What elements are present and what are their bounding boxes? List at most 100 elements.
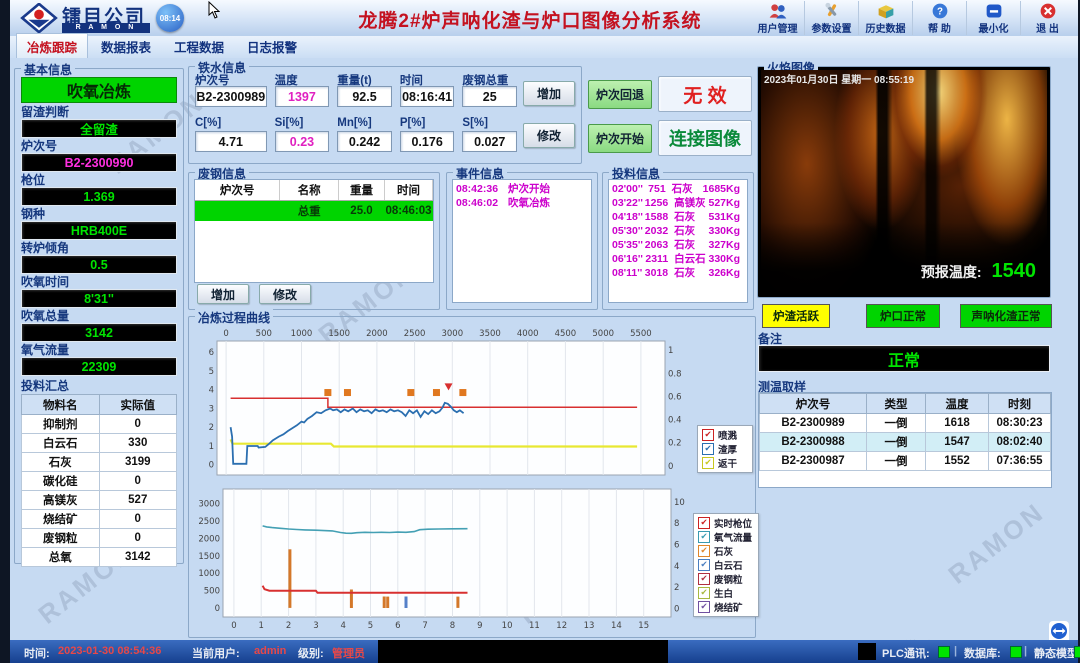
history-data-button[interactable]: 历史数据 (859, 1, 913, 35)
legend-item[interactable]: ✔喷溅 (702, 429, 748, 441)
checkbox-icon[interactable]: ✔ (702, 457, 714, 469)
list-cell: 石灰 (674, 238, 708, 252)
list-cell: 高镁灰 (674, 196, 708, 210)
svg-text:1000: 1000 (291, 329, 313, 339)
connect-image-button[interactable]: 连接图像 (658, 120, 752, 156)
hot-metal-modify-button[interactable]: 修改 (523, 123, 575, 148)
checkbox-icon[interactable]: ✔ (702, 429, 714, 441)
list-item[interactable]: 08:46:02吹氧冶炼 (456, 196, 588, 210)
invalid-button[interactable]: 无 效 (658, 76, 752, 112)
table-row[interactable]: B2-2300988一倒154708:02:40 (760, 433, 1051, 452)
hm-scrap-total[interactable]: 25 (462, 86, 517, 107)
table-cell[interactable]: B2-2300988 (760, 433, 867, 452)
legend-item[interactable]: ✔实时枪位 (698, 517, 754, 529)
legend-item[interactable]: ✔返干 (702, 457, 748, 469)
table-row[interactable]: 总重25.008:46:03 (195, 201, 433, 222)
mouse-cursor (208, 1, 220, 19)
table-row: 总氧3142 (22, 548, 177, 567)
table-cell[interactable]: 08:30:23 (989, 414, 1051, 433)
svg-text:500: 500 (256, 329, 272, 339)
slag-active-indicator[interactable]: 炉渣活跃 (762, 304, 830, 328)
list-item[interactable]: 05'30''2032石灰330Kg (612, 224, 744, 238)
checkbox-icon[interactable]: ✔ (702, 443, 714, 455)
hm-time[interactable]: 08:16:41 (400, 86, 455, 107)
exit-label: 退 出 (1036, 20, 1059, 35)
legend-item[interactable]: ✔氧气流量 (698, 531, 754, 543)
mouth-normal-indicator[interactable]: 炉口正常 (866, 304, 940, 328)
hm-weight[interactable]: 92.5 (337, 86, 392, 107)
svg-text:4: 4 (340, 621, 345, 631)
table-row[interactable]: B2-2300989一倒161808:30:23 (760, 414, 1051, 433)
column-header: 温度 (926, 394, 989, 414)
table-cell[interactable]: B2-2300989 (760, 414, 867, 433)
hm-heat-number[interactable]: B2-2300989 (195, 86, 267, 107)
hm-temperature[interactable]: 1397 (275, 86, 330, 107)
table-cell[interactable]: 25.0 (339, 201, 385, 222)
tab-engineering-data[interactable]: 工程数据 (164, 34, 234, 58)
field-label: 炉次号 (195, 72, 267, 86)
hm-manganese[interactable]: 0.242 (337, 131, 392, 152)
table-cell[interactable] (195, 201, 280, 222)
checkbox-icon[interactable]: ✔ (698, 573, 710, 585)
table-cell[interactable]: B2-2300987 (760, 452, 867, 471)
scrap-modify-button[interactable]: 修改 (259, 284, 311, 304)
table-cell[interactable]: 1552 (926, 452, 989, 471)
table-cell[interactable]: 07:36:55 (989, 452, 1051, 471)
scrap-add-button[interactable]: 增加 (197, 284, 249, 304)
field-label: 留渣判断 (21, 105, 177, 119)
list-item[interactable]: 04'18''1588石灰531Kg (612, 210, 744, 224)
checkbox-icon[interactable]: ✔ (698, 559, 710, 571)
legend-item[interactable]: ✔烧结矿 (698, 601, 754, 613)
checkbox-icon[interactable]: ✔ (698, 517, 710, 529)
checkbox-icon[interactable]: ✔ (698, 531, 710, 543)
hot-metal-add-button[interactable]: 增加 (523, 81, 575, 106)
table-cell[interactable]: 一倒 (867, 452, 926, 471)
hm-sulfur[interactable]: 0.027 (462, 131, 517, 152)
user-management-button[interactable]: 用户管理 (751, 1, 805, 35)
table-cell[interactable]: 08:46:03 (384, 201, 432, 222)
tab-log-alarm[interactable]: 日志报警 (237, 34, 307, 58)
svg-text:6: 6 (674, 541, 679, 551)
svg-text:0: 0 (223, 329, 228, 339)
legend-item[interactable]: ✔渣厚 (702, 443, 748, 455)
parameter-settings-button[interactable]: 参数设置 (805, 1, 859, 35)
checkbox-icon[interactable]: ✔ (698, 587, 710, 599)
legend-item[interactable]: ✔石灰 (698, 545, 754, 557)
svg-text:5500: 5500 (630, 329, 652, 339)
table-row[interactable]: B2-2300987一倒155207:36:55 (760, 452, 1051, 471)
table-cell[interactable]: 一倒 (867, 433, 926, 452)
list-item[interactable]: 08:42:36炉次开始 (456, 182, 588, 196)
table-cell[interactable]: 一倒 (867, 414, 926, 433)
heat-rollback-button[interactable]: 炉次回退 (588, 80, 652, 109)
svg-text:14: 14 (611, 621, 622, 631)
hm-phosphorus[interactable]: 0.176 (400, 131, 455, 152)
legend-item[interactable]: ✔白云石 (698, 559, 754, 571)
list-item[interactable]: 08'11''3018石灰326Kg (612, 266, 744, 280)
sonar-normal-indicator[interactable]: 声呐化渣正常 (960, 304, 1052, 328)
heat-start-button[interactable]: 炉次开始 (588, 124, 652, 153)
table-cell[interactable]: 1547 (926, 433, 989, 452)
table-cell[interactable]: 1618 (926, 414, 989, 433)
hm-silicon[interactable]: 0.23 (275, 131, 330, 152)
checkbox-icon[interactable]: ✔ (698, 545, 710, 557)
time-label: 时间: (24, 645, 50, 661)
list-item[interactable]: 05'35''2063石灰327Kg (612, 238, 744, 252)
legend-item[interactable]: ✔生白 (698, 587, 754, 599)
exit-button[interactable]: 退 出 (1021, 1, 1074, 35)
list-item[interactable]: 03'22''1256高镁灰527Kg (612, 196, 744, 210)
list-item[interactable]: 06'16''2311白云石330Kg (612, 252, 744, 266)
scrap-info-panel: 废钢信息 炉次号 名称 重量 时间 总重25.008:46:03 增加 修改 (188, 172, 440, 310)
application-window: 镭目公司 R A M O N 08:14 龙腾2#炉声呐化渣与炉口图像分析系统 … (0, 0, 1080, 663)
table-cell[interactable]: 总重 (280, 201, 339, 222)
svg-text:2500: 2500 (404, 329, 426, 339)
list-item[interactable]: 02'00''751石灰1685Kg (612, 182, 744, 196)
tab-data-report[interactable]: 数据报表 (91, 34, 161, 58)
minimize-button[interactable]: 最小化 (967, 1, 1021, 35)
tab-smelt-tracking[interactable]: 冶炼跟踪 (16, 33, 88, 58)
help-button[interactable]: ? 帮 助 (913, 1, 967, 35)
legend-item[interactable]: ✔废钢粒 (698, 573, 754, 585)
table-cell[interactable]: 08:02:40 (989, 433, 1051, 452)
hm-carbon[interactable]: 4.71 (195, 131, 267, 152)
checkbox-icon[interactable]: ✔ (698, 601, 710, 613)
svg-text:11: 11 (529, 621, 540, 631)
